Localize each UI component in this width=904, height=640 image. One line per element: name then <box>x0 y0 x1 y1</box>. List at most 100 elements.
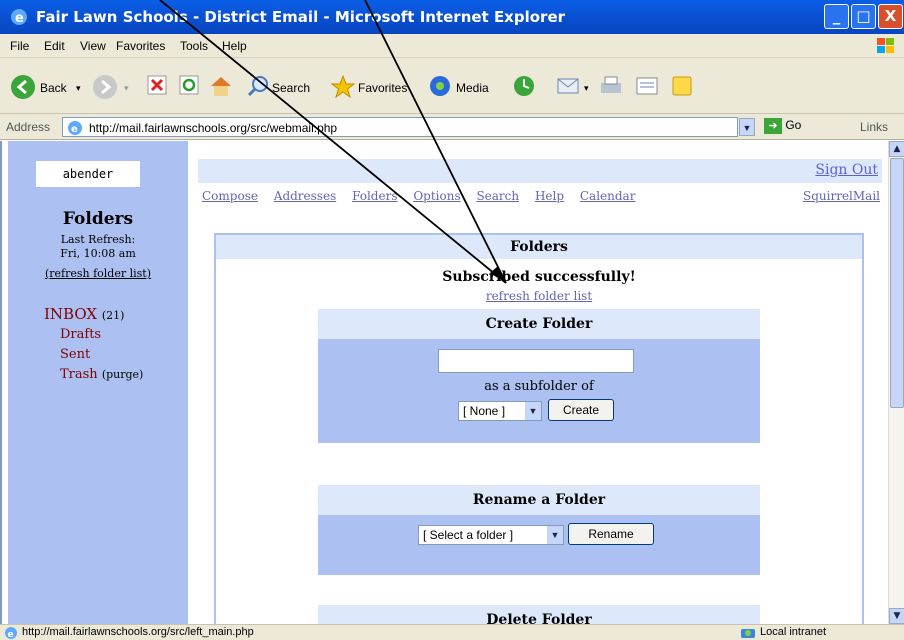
svg-text:e: e <box>71 124 78 135</box>
folder-inbox[interactable]: INBOX (21) <box>44 305 124 323</box>
nav-help[interactable]: Help <box>535 189 564 203</box>
sign-out-link[interactable]: Sign Out <box>815 162 878 178</box>
browser-toolbar: Back ▾ ▾ Search Favorites Media ▾ <box>0 58 904 114</box>
close-button[interactable]: X <box>878 4 903 29</box>
go-label: Go <box>785 118 802 133</box>
rename-folder-heading: Rename a Folder <box>318 485 760 515</box>
svg-text:e: e <box>8 630 14 640</box>
menu-file[interactable]: File <box>10 39 29 53</box>
vertical-scrollbar[interactable]: ▲ ▼ <box>888 141 904 624</box>
username-box: abender <box>36 161 140 187</box>
folders-heading: Folders <box>62 209 134 229</box>
top-nav: Compose Addresses Folders Options Search… <box>202 189 647 203</box>
new-folder-name-input[interactable] <box>438 349 634 373</box>
messenger-note-icon[interactable] <box>670 74 694 98</box>
folders-panel: Folders Subscribed successfully! refresh… <box>214 233 864 624</box>
trash-label: Trash <box>60 367 98 382</box>
history-icon[interactable] <box>512 74 536 98</box>
menu-edit[interactable]: Edit <box>44 39 65 53</box>
folders-panel-title: Folders <box>216 235 862 259</box>
window-title: Fair Lawn Schools - District Email - Mic… <box>36 8 566 26</box>
address-dropdown-icon[interactable]: ▼ <box>739 118 755 136</box>
nav-compose[interactable]: Compose <box>202 189 258 203</box>
folder-trash[interactable]: Trash (purge) <box>60 367 143 382</box>
address-input[interactable]: e http://mail.fairlawnschools.org/src/we… <box>62 117 738 137</box>
last-refresh-time: Fri, 10:08 am <box>60 247 136 260</box>
create-folder-heading: Create Folder <box>318 309 760 339</box>
rename-folder-select[interactable]: [ Select a folder ] ▼ <box>418 525 564 545</box>
chevron-down-icon: ▼ <box>525 402 541 420</box>
links-button[interactable]: Links <box>860 120 888 134</box>
main-content: Sign Out Compose Addresses Folders Optio… <box>188 141 888 624</box>
delete-folder-section: Delete Folder <box>318 605 760 624</box>
status-text: http://mail.fairlawnschools.org/src/left… <box>22 626 254 638</box>
scroll-down-icon[interactable]: ▼ <box>889 608 904 624</box>
create-button[interactable]: Create <box>548 399 614 421</box>
scrollbar-thumb[interactable] <box>890 158 904 408</box>
success-message: Subscribed successfully! <box>442 269 636 285</box>
nav-addresses[interactable]: Addresses <box>274 189 336 203</box>
windows-logo-icon <box>877 38 894 53</box>
menu-favorites[interactable]: Favorites <box>116 39 165 53</box>
stop-icon[interactable] <box>146 74 168 96</box>
minimize-button[interactable]: _ <box>824 4 849 29</box>
nav-options[interactable]: Options <box>413 189 460 203</box>
refresh-folder-list-link-main[interactable]: refresh folder list <box>216 289 862 303</box>
signout-bar: Sign Out <box>198 159 882 183</box>
rename-folder-value: [ Select a folder ] <box>423 528 514 542</box>
nav-folders[interactable]: Folders <box>352 189 397 203</box>
rename-folder-section: Rename a Folder [ Select a folder ] ▼ Re… <box>318 485 760 575</box>
refresh-icon[interactable] <box>178 74 200 96</box>
edit-icon[interactable] <box>634 74 660 98</box>
delete-folder-heading: Delete Folder <box>318 605 760 624</box>
search-icon[interactable] <box>246 74 270 98</box>
search-button[interactable]: Search <box>272 78 310 98</box>
media-icon[interactable] <box>428 74 452 98</box>
purge-link[interactable]: (purge) <box>102 368 144 381</box>
parent-folder-select[interactable]: [ None ] ▼ <box>458 401 542 421</box>
chevron-down-icon: ▼ <box>547 526 563 544</box>
page-viewport: abender Folders Last Refresh: Fri, 10:08… <box>0 141 888 624</box>
local-intranet-icon <box>741 629 755 638</box>
create-folder-section: Create Folder as a subfolder of [ None ]… <box>318 309 760 443</box>
status-bar: e http://mail.fairlawnschools.org/src/le… <box>0 624 904 640</box>
last-refresh: Last Refresh: Fri, 10:08 am <box>8 233 188 261</box>
go-button[interactable]: ➜ Go <box>764 118 801 134</box>
maximize-button[interactable]: □ <box>851 4 876 29</box>
svg-text:e: e <box>15 11 24 26</box>
media-button[interactable]: Media <box>456 78 489 98</box>
window-titlebar: e Fair Lawn Schools - District Email - M… <box>0 0 904 34</box>
go-arrow-icon: ➜ <box>764 118 782 134</box>
last-refresh-label: Last Refresh: <box>60 233 136 246</box>
mail-dropdown-icon[interactable]: ▾ <box>584 78 589 98</box>
rename-button[interactable]: Rename <box>568 523 654 545</box>
inbox-label: INBOX <box>44 305 98 323</box>
nav-calendar[interactable]: Calendar <box>580 189 636 203</box>
squirrelmail-link[interactable]: SquirrelMail <box>803 189 880 203</box>
mail-icon[interactable] <box>556 74 582 96</box>
address-bar: Address e http://mail.fairlawnschools.or… <box>0 114 904 140</box>
favorites-button[interactable]: Favorites <box>358 78 407 98</box>
folder-sent[interactable]: Sent <box>60 347 90 362</box>
back-dropdown-icon[interactable]: ▾ <box>76 78 81 98</box>
nav-search[interactable]: Search <box>476 189 519 203</box>
back-arrow-icon[interactable] <box>10 74 36 100</box>
menu-view[interactable]: View <box>80 39 106 53</box>
menu-bar: File Edit View Favorites Tools Help <box>0 34 904 58</box>
home-icon[interactable] <box>208 74 234 98</box>
print-icon[interactable] <box>598 74 624 98</box>
scroll-up-icon[interactable]: ▲ <box>889 141 904 157</box>
subfolder-label: as a subfolder of <box>484 379 594 394</box>
back-button[interactable]: Back <box>40 78 67 98</box>
menu-help[interactable]: Help <box>222 39 247 53</box>
forward-dropdown-icon[interactable]: ▾ <box>124 78 129 98</box>
refresh-folder-list-link[interactable]: (refresh folder list) <box>8 267 188 280</box>
favorites-star-icon[interactable] <box>330 74 356 100</box>
menu-tools[interactable]: Tools <box>180 39 208 53</box>
folder-drafts[interactable]: Drafts <box>60 327 101 342</box>
security-zone: Local intranet <box>760 626 827 638</box>
internet-explorer-icon: e <box>11 9 27 26</box>
page-icon: e <box>68 121 82 135</box>
forward-arrow-icon[interactable] <box>92 74 118 100</box>
parent-folder-value: [ None ] <box>463 404 506 418</box>
